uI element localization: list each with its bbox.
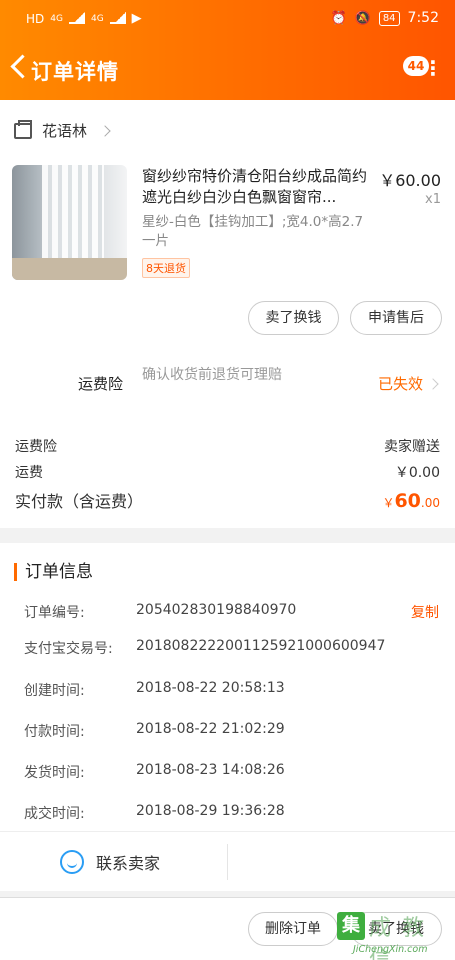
copy-button[interactable]: 复制 <box>411 602 439 622</box>
product-price: ￥60.00 <box>379 171 441 190</box>
order-number-label: 订单编号: <box>24 605 85 621</box>
order-number-row: 订单编号: 205402830198840970 <box>24 602 296 622</box>
floor-graphic <box>12 258 127 280</box>
alipay-number-label: 支付宝交易号: <box>24 641 113 657</box>
status-right: ⏰ 🔕 84 7:52 <box>330 10 439 26</box>
clock: 7:52 <box>407 10 439 26</box>
shop-icon <box>14 119 32 139</box>
summary-insurance-value: 卖家赠送 <box>384 439 440 455</box>
more-menu-icon[interactable]: 44 <box>403 56 443 82</box>
summary-shipping-value: ￥0.00 <box>394 465 440 481</box>
notification-badge: 44 <box>403 56 429 76</box>
product-title[interactable]: 窗纱纱帘特价清仓阳台纱成品简约遮光白纱白沙白色飘窗窗帘... <box>142 166 378 208</box>
created-time-label: 创建时间: <box>24 683 85 699</box>
return-policy-tag: 8天退货 <box>142 258 190 278</box>
watermark-logo: 集 成 教 信 JiChengXin.com <box>337 904 449 960</box>
paid-time-value: 2018-08-22 21:02:29 <box>136 721 285 737</box>
summary-paid-label: 实付款（含运费） <box>15 492 144 511</box>
sell-button[interactable]: 卖了换钱 <box>248 301 339 335</box>
completed-time-value: 2018-08-29 19:36:28 <box>136 803 285 819</box>
status-left: HD 4G 4G ▶ <box>26 11 142 26</box>
product-quantity: x1 <box>425 192 441 207</box>
battery-icon: 84 <box>378 10 400 26</box>
smiley-chat-icon <box>60 850 84 874</box>
mute-icon: 🔕 <box>354 10 371 26</box>
created-time-value: 2018-08-22 20:58:13 <box>136 680 285 696</box>
summary-shipping-row: 运费 ￥0.00 <box>15 462 440 482</box>
insurance-desc: 确认收货前退货可理赔 <box>142 367 282 383</box>
order-number-value: 205402830198840970 <box>136 602 297 618</box>
alipay-number-row: 支付宝交易号: 2018082222001125921000600947 <box>24 638 385 658</box>
signal-1-label: 4G <box>50 13 63 24</box>
contact-seller-label: 联系卖家 <box>96 854 161 873</box>
summary-paid-row: 实付款（含运费） ￥60.00 <box>15 488 440 512</box>
insurance-status-text: 已失效 <box>377 375 423 393</box>
order-info-title: 订单信息 <box>14 563 93 581</box>
watermark-url: JiChengXin.com <box>353 944 428 955</box>
signal-icon <box>68 11 85 24</box>
divider <box>227 844 228 880</box>
shop-name: 花语林 <box>42 122 88 140</box>
product-image[interactable] <box>12 165 127 280</box>
top-bar: HD 4G 4G ▶ ⏰ 🔕 84 7:52 订单详情 44 <box>0 0 455 100</box>
paid-decimal: .00 <box>420 496 440 510</box>
header: 订单详情 44 <box>0 44 455 96</box>
after-sale-button[interactable]: 申请售后 <box>350 301 442 335</box>
chevron-right-icon <box>99 124 111 137</box>
summary-paid-value: ￥60.00 <box>382 490 440 512</box>
product-sku: 星纱-白色【挂钩加工】;宽4.0*高2.7一片 <box>142 214 364 249</box>
chevron-right-icon <box>427 377 439 390</box>
summary-shipping-label: 运费 <box>15 465 43 481</box>
page-title: 订单详情 <box>31 60 119 84</box>
alarm-icon: ⏰ <box>330 10 347 26</box>
network-label: HD <box>26 11 45 26</box>
shipped-time-row: 发货时间: 2018-08-23 14:08:26 <box>24 762 285 782</box>
shop-link[interactable]: 花语林 <box>14 119 111 141</box>
completed-time-row: 成交时间: 2018-08-29 19:36:28 <box>24 803 285 823</box>
delete-order-button[interactable]: 删除订单 <box>248 912 338 946</box>
curtain-graphic <box>42 165 104 265</box>
back-icon[interactable] <box>8 52 32 82</box>
video-icon: ▶ <box>131 11 142 26</box>
created-time-row: 创建时间: 2018-08-22 20:58:13 <box>24 680 285 700</box>
paid-time-label: 付款时间: <box>24 724 85 740</box>
contact-seller-button[interactable]: 联系卖家 <box>60 850 160 874</box>
paid-integer: 60 <box>394 490 421 512</box>
insurance-status[interactable]: 已失效 <box>377 373 439 394</box>
summary-insurance-label: 运费险 <box>15 439 57 455</box>
alipay-number-value: 2018082222001125921000600947 <box>136 638 386 654</box>
watermark-box: 集 <box>337 912 365 940</box>
paid-time-row: 付款时间: 2018-08-22 21:02:29 <box>24 721 285 741</box>
summary-insurance-row: 运费险 卖家赠送 <box>15 436 440 456</box>
contact-bar: 联系卖家 <box>0 831 455 891</box>
insurance-label: 运费险 <box>78 375 124 393</box>
order-card: 花语林 窗纱纱帘特价清仓阳台纱成品简约遮光白纱白沙白色飘窗窗帘... 星纱-白色… <box>0 100 455 528</box>
signal-2-label: 4G <box>90 13 104 24</box>
signal-icon <box>109 11 126 24</box>
bottom-action-bar: 删除订单 卖了换钱 集 成 教 信 JiChengXin.com <box>0 897 455 960</box>
shipped-time-label: 发货时间: <box>24 765 85 781</box>
paid-currency: ￥ <box>382 496 395 510</box>
order-info-section: 订单信息 订单编号: 205402830198840970 复制 支付宝交易号:… <box>0 543 455 831</box>
completed-time-label: 成交时间: <box>24 806 85 822</box>
shipped-time-value: 2018-08-23 14:08:26 <box>136 762 285 778</box>
status-bar: HD 4G 4G ▶ ⏰ 🔕 84 7:52 <box>0 0 455 38</box>
